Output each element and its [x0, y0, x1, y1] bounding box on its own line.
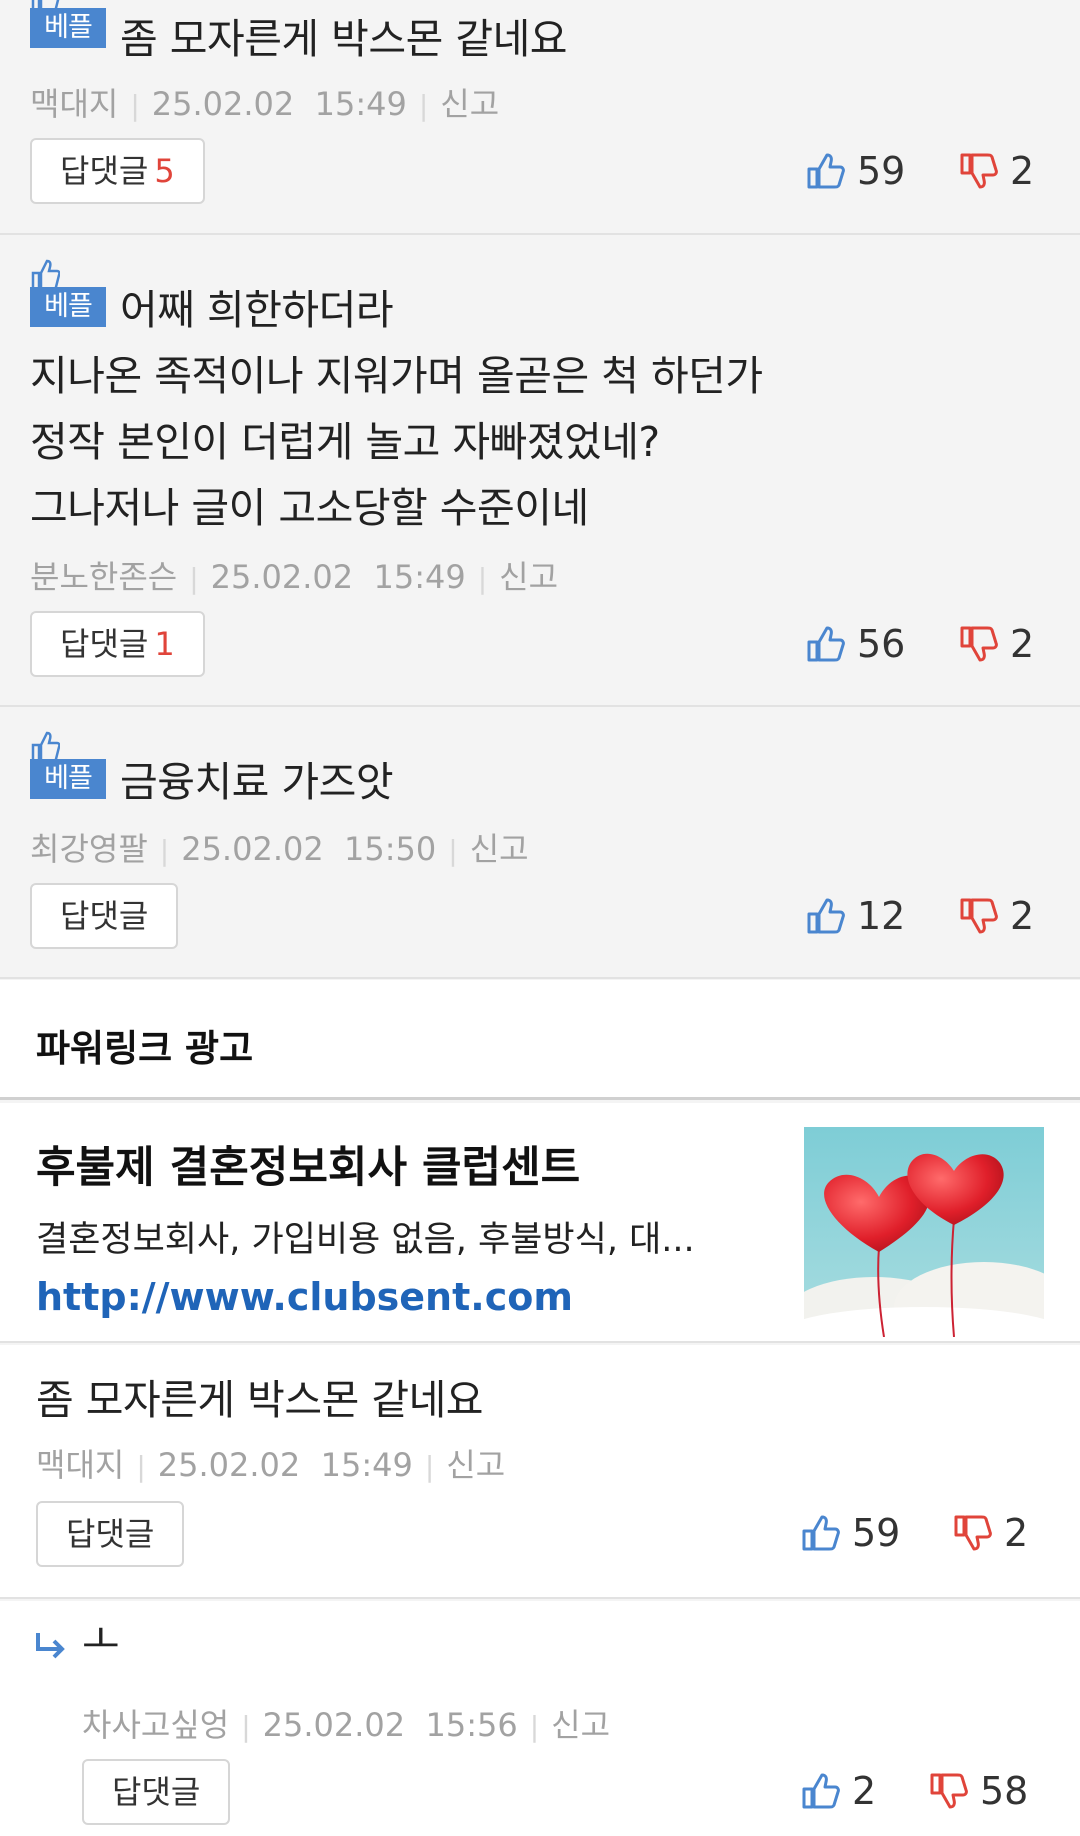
ad-title[interactable]: 후불제 결혼정보회사 클럽센트	[36, 1133, 580, 1195]
comment-text: 좀 모자른게 박스몬 같네요	[36, 1376, 484, 1424]
ad-url-link[interactable]: http://www.clubsent.com	[36, 1275, 573, 1319]
dislike-button[interactable]: 2	[952, 1508, 1028, 1558]
like-count: 12	[857, 894, 906, 938]
ad-image[interactable]	[804, 1127, 1044, 1337]
comment-date: 25.02.02	[151, 85, 295, 123]
comment-item: 베플 금융치료 가즈앗 최강영팔 | 25.02.02 15:50 | 신고 답댓글 1…	[0, 709, 1080, 979]
dislike-button[interactable]: 58	[928, 1766, 1028, 1816]
comment-date: 25.02.02	[210, 558, 354, 596]
reply-count: 1	[154, 625, 175, 663]
dislike-count: 2	[1010, 894, 1035, 938]
comment-item: 베플 좀 모자른게 박스몬 같네요 맥대지 | 25.02.02 15:49 | 신고 …	[0, 0, 1080, 235]
comment-time: 15:56	[425, 1706, 518, 1744]
dislike-button[interactable]: 2	[958, 891, 1034, 941]
thumbs-up-icon	[31, 731, 60, 763]
comment-author[interactable]: 분노한존슨	[30, 558, 177, 596]
comment-text: 정작 본인이 더럽게 놀고 자빠졌었네?	[30, 418, 660, 466]
reply-count: 5	[154, 152, 175, 190]
like-button[interactable]: 59	[805, 146, 905, 196]
report-link[interactable]: 신고	[470, 830, 529, 868]
reply-button[interactable]: 답댓글	[36, 1501, 185, 1567]
reply-arrow-icon	[36, 1633, 65, 1659]
dislike-count: 2	[1004, 1511, 1029, 1555]
like-count: 56	[857, 622, 906, 666]
dislike-count: 2	[1010, 622, 1035, 666]
ad-item[interactable]: 후불제 결혼정보회사 클럽센트 결혼정보회사, 가입비용 없음, 후불방식, 대…	[0, 1103, 1080, 1343]
thumbs-up-icon	[802, 1515, 840, 1551]
comment-text: 어째 희한하더라	[120, 286, 394, 334]
reply-comment-item: ㅗ 차사고싶엉 | 25.02.02 15:56 | 신고 답댓글 2 58	[0, 1601, 1080, 1836]
comment-text: 좀 모자른게 박스몬 같네요	[120, 15, 568, 63]
comment-time: 15:49	[314, 85, 407, 123]
report-link[interactable]: 신고	[446, 1446, 505, 1484]
ad-section-header: 파워링크 광고	[0, 980, 1080, 1100]
reply-button[interactable]: 답댓글	[82, 1759, 231, 1825]
comment-text: 지나온 족적이나 지워가며 올곧은 척 하던가	[30, 352, 763, 400]
reply-button[interactable]: 답댓글 5	[30, 138, 205, 204]
comment-date: 25.02.02	[262, 1706, 406, 1744]
report-link[interactable]: 신고	[440, 85, 499, 123]
heart-balloons-image	[804, 1127, 1044, 1337]
comment-time: 15:50	[344, 830, 437, 868]
comment-item: 좀 모자른게 박스몬 같네요 맥대지 | 25.02.02 15:49 | 신고 답댓글…	[0, 1345, 1080, 1599]
thumbs-down-icon	[960, 626, 998, 662]
like-button[interactable]: 2	[800, 1766, 876, 1816]
best-label: 베플	[30, 287, 106, 327]
comment-time: 15:49	[373, 558, 466, 596]
comment-text: 그나저나 글이 고소당할 수준이네	[30, 484, 589, 532]
dislike-count: 2	[1010, 149, 1035, 193]
thumbs-down-icon	[960, 153, 998, 189]
comment-item: 베플 어째 희한하더라 지나온 족적이나 지워가며 올곧은 척 하던가 정작 본…	[0, 237, 1080, 707]
report-link[interactable]: 신고	[551, 1706, 610, 1744]
comment-time: 15:49	[320, 1446, 413, 1484]
comment-author[interactable]: 맥대지	[36, 1446, 124, 1484]
comment-date: 25.02.02	[157, 1446, 301, 1484]
ad-header-title: 파워링크 광고	[36, 1027, 254, 1070]
dislike-button[interactable]: 2	[958, 619, 1034, 669]
comment-meta: 맥대지 | 25.02.02 15:49 | 신고	[36, 1446, 506, 1484]
like-button[interactable]: 59	[800, 1508, 900, 1558]
thumbs-up-icon	[807, 626, 845, 662]
dislike-count: 58	[980, 1769, 1029, 1813]
comment-text: 금융치료 가즈앗	[120, 758, 394, 806]
comment-author[interactable]: 맥대지	[30, 85, 118, 123]
thumbs-up-icon	[807, 898, 845, 934]
like-button[interactable]: 56	[805, 619, 905, 669]
ad-description: 결혼정보회사, 가입비용 없음, 후불방식, 대...	[36, 1220, 695, 1260]
best-label: 베플	[30, 8, 106, 48]
thumbs-down-icon	[954, 1515, 992, 1551]
thumbs-up-icon	[31, 259, 60, 291]
thumbs-up-icon	[807, 153, 845, 189]
comment-author[interactable]: 차사고싶엉	[82, 1706, 229, 1744]
like-button[interactable]: 12	[805, 891, 905, 941]
comment-date: 25.02.02	[181, 830, 324, 868]
best-label: 베플	[30, 759, 106, 799]
reply-button[interactable]: 답댓글 1	[30, 611, 205, 677]
dislike-button[interactable]: 2	[958, 146, 1034, 196]
like-count: 2	[852, 1769, 877, 1813]
comment-meta: 차사고싶엉 | 25.02.02 15:56 | 신고	[82, 1706, 611, 1744]
comment-meta: 최강영팔 | 25.02.02 15:50 | 신고	[30, 830, 529, 868]
comment-text: ㅗ	[82, 1616, 120, 1664]
comment-meta: 분노한존슨 | 25.02.02 15:49 | 신고	[30, 558, 559, 596]
comment-author[interactable]: 최강영팔	[30, 830, 148, 868]
reply-button[interactable]: 답댓글	[30, 883, 179, 949]
thumbs-down-icon	[960, 898, 998, 934]
thumbs-down-icon	[930, 1773, 968, 1809]
thumbs-up-icon	[802, 1773, 840, 1809]
comment-meta: 맥대지 | 25.02.02 15:49 | 신고	[30, 85, 500, 123]
report-link[interactable]: 신고	[499, 558, 558, 596]
like-count: 59	[857, 149, 906, 193]
like-count: 59	[852, 1511, 901, 1555]
